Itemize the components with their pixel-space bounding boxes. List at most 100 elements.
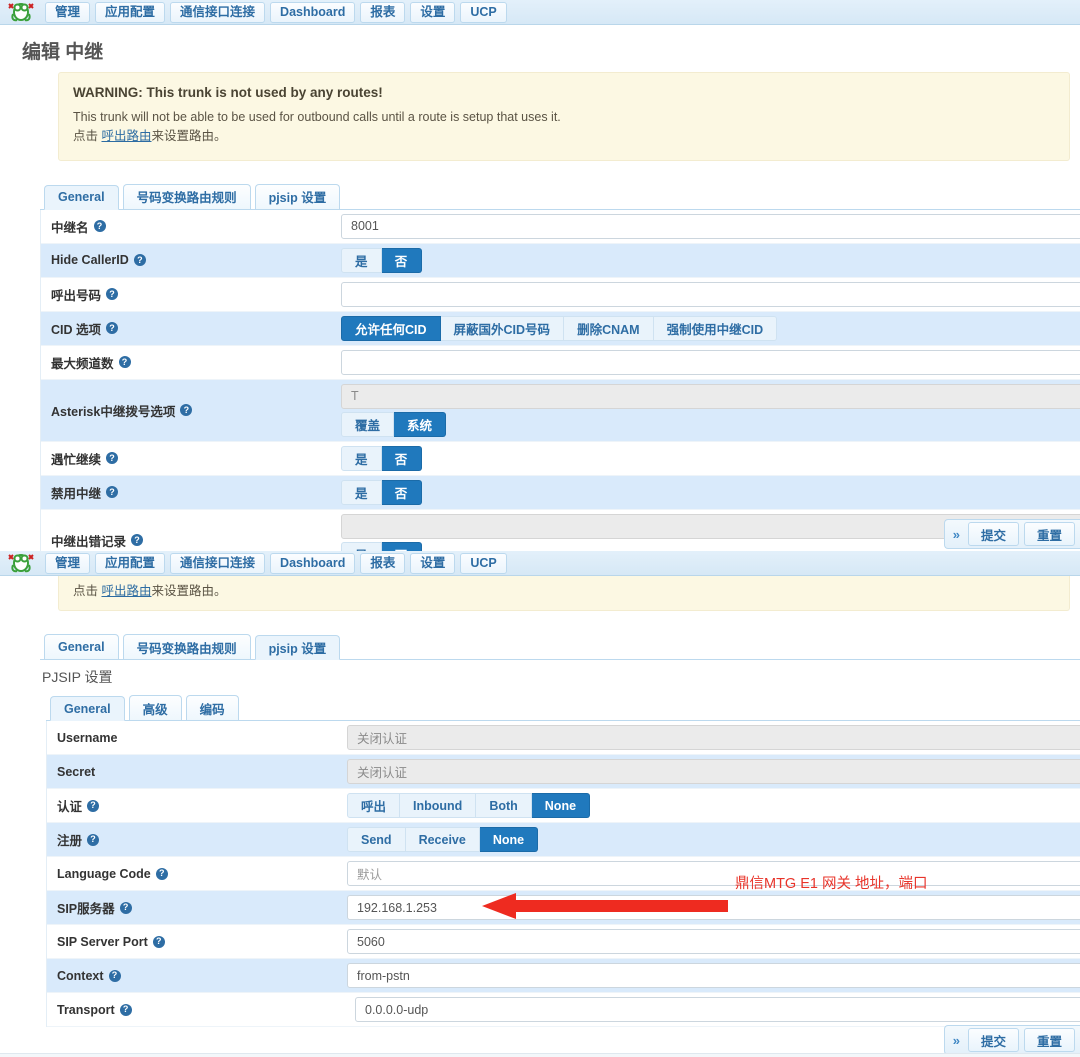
tab-pjsip-settings[interactable]: pjsip 设置 [254,183,341,209]
outbound-route-link[interactable]: 呼出路由 [101,129,151,143]
option-no[interactable]: 否 [381,445,422,471]
chevron-right-icon[interactable]: » [951,527,968,542]
tab-dialed-number-manipulation[interactable]: 号码变换路由规则 [122,183,251,209]
hide-callerid-toggle: 是 否 [341,247,422,273]
help-icon[interactable]: ? [131,534,144,547]
max-channels-input[interactable] [341,349,1080,375]
help-icon[interactable]: ? [106,486,119,499]
option-yes[interactable]: 是 [341,247,382,273]
submit-button[interactable]: 提交 [967,522,1019,546]
asterisk-dial-options-input[interactable]: T [341,383,1080,409]
option-override[interactable]: 覆盖 [341,411,395,437]
nav-item-admin[interactable]: 管理 [45,552,91,574]
option-none[interactable]: None [531,793,591,819]
option-send[interactable]: Send [347,827,406,853]
form-row-hide-callerid: Hide CallerID ? 是 否 [41,243,1080,278]
tab-label: 号码变换路由规则 [136,191,237,206]
nav-item-dashboard[interactable]: Dashboard [270,1,356,23]
tab-dialed-number-manipulation[interactable]: 号码变换路由规则 [122,634,251,660]
nav-item-ucp[interactable]: UCP [460,1,507,23]
help-icon[interactable]: ? [133,254,146,267]
option-force-trunk-cid[interactable]: 强制使用中继CID [653,315,778,341]
subtab-advanced[interactable]: 高级 [128,695,182,721]
help-icon[interactable]: ? [87,799,100,812]
reset-button[interactable]: 重置 [1023,522,1075,546]
trunk-name-input[interactable]: 8001 [341,213,1080,239]
nav-item-reports[interactable]: 报表 [360,1,406,23]
nav-item-applications[interactable]: 应用配置 [95,552,166,574]
field-label: Secret [47,755,343,788]
option-none[interactable]: None [479,827,539,853]
field-control: 允许任何CID 屏蔽国外CID号码 删除CNAM 强制使用中继CID [337,312,1080,345]
field-control: 是 否 [337,476,1080,509]
subtab-label: 编码 [199,702,225,717]
field-label: Language Code ? [47,857,343,890]
form-row-cid-options: CID 选项 ? 允许任何CID 屏蔽国外CID号码 删除CNAM 强制使用中继… [41,311,1080,346]
nav-item-dashboard[interactable]: Dashboard [270,552,356,574]
help-icon[interactable]: ? [87,833,100,846]
option-no[interactable]: 否 [381,479,422,505]
option-yes[interactable]: 是 [341,445,382,471]
username-input[interactable]: 关闭认证 [347,725,1080,751]
field-label: Hide CallerID ? [41,244,337,277]
form-row-transport: Transport ? 0.0.0.0-udp [47,993,1080,1028]
option-system[interactable]: 系统 [394,411,447,437]
outbound-cid-input[interactable] [341,281,1080,307]
nav-item-admin[interactable]: 管理 [45,1,91,23]
label-text: 注册 [57,834,83,849]
outbound-route-link[interactable]: 呼出路由 [101,584,151,598]
option-both[interactable]: Both [476,793,532,819]
help-icon[interactable]: ? [119,1003,132,1016]
subtab-codecs[interactable]: 编码 [185,695,239,721]
nav-item-settings[interactable]: 设置 [410,552,456,574]
tab-general[interactable]: General [44,634,119,660]
field-label: 注册 ? [47,823,343,856]
reset-button[interactable]: 重置 [1023,1028,1075,1052]
option-inbound[interactable]: Inbound [400,793,477,819]
label-text: Language Code [57,866,151,881]
nav-item-connectivity[interactable]: 通信接口连接 [170,552,266,574]
trunk-edit-pjsip-screenshot: 管理 应用配置 通信接口连接 Dashboard 报表 设置 UCP 点击 呼出… [0,551,1080,1057]
help-icon[interactable]: ? [106,452,119,465]
option-yes[interactable]: 是 [341,541,382,551]
label-text: 最大频道数 [51,356,114,371]
label-text: CID 选项 [51,322,102,337]
option-no[interactable]: 否 [381,541,422,551]
field-control: T 覆盖 系统 [337,380,1080,441]
help-icon[interactable]: ? [119,901,132,914]
language-code-input[interactable]: 默认 [347,861,1080,887]
help-icon[interactable]: ? [180,404,193,417]
help-icon[interactable]: ? [118,356,131,369]
option-yes[interactable]: 是 [341,479,382,505]
option-outbound[interactable]: 呼出 [347,793,401,819]
help-icon[interactable]: ? [155,867,168,880]
transport-select[interactable]: 0.0.0.0-udp [355,997,1080,1023]
help-icon[interactable]: ? [106,288,119,301]
nav-item-applications[interactable]: 应用配置 [95,1,166,23]
option-no[interactable]: 否 [381,247,422,273]
nav-item-label: 设置 [420,555,446,570]
submit-button[interactable]: 提交 [967,1028,1019,1052]
tab-general[interactable]: General [44,184,119,210]
nav-item-settings[interactable]: 设置 [410,1,456,23]
option-block-foreign-cid[interactable]: 屏蔽国外CID号码 [440,315,565,341]
chevron-right-icon[interactable]: » [951,1033,968,1048]
help-icon[interactable]: ? [152,935,165,948]
tab-pjsip-settings[interactable]: pjsip 设置 [254,635,341,661]
trunk-warning-banner: WARNING: This trunk is not used by any r… [58,72,1070,161]
option-receive[interactable]: Receive [405,827,480,853]
subtab-general[interactable]: General [50,696,125,722]
label-text: 遇忙继续 [51,452,102,467]
nav-item-ucp[interactable]: UCP [460,552,507,574]
bottom-submit-footer: » 提交 重置 [943,1023,1080,1057]
nav-item-reports[interactable]: 报表 [360,552,406,574]
sip-server-port-input[interactable]: 5060 [347,929,1080,955]
context-input[interactable]: from-pstn [347,963,1080,989]
option-allow-any-cid[interactable]: 允许任何CID [341,315,441,341]
option-remove-cnam[interactable]: 删除CNAM [564,315,654,341]
secret-input[interactable]: 关闭认证 [347,759,1080,785]
help-icon[interactable]: ? [93,220,106,233]
nav-item-connectivity[interactable]: 通信接口连接 [170,1,266,23]
help-icon[interactable]: ? [106,322,119,335]
help-icon[interactable]: ? [108,969,121,982]
